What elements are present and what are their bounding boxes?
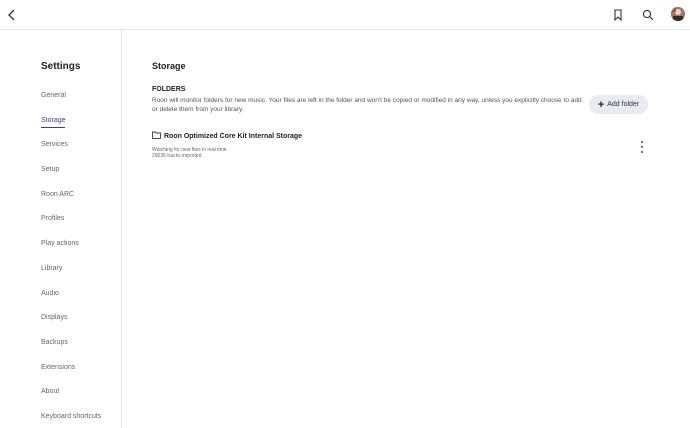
- sidebar-item-profiles[interactable]: Profiles: [41, 215, 101, 240]
- back-arrow-icon[interactable]: [5, 8, 19, 22]
- plus-icon: +: [597, 98, 605, 111]
- sidebar-item-general[interactable]: General: [41, 92, 101, 117]
- folder-name-label: Roon Optimized Core Kit Internal Storage: [164, 132, 303, 140]
- sidebar-item-storage[interactable]: Storage: [41, 117, 101, 142]
- folder-row: Roon Optimized Core Kit Internal Storage…: [152, 131, 648, 163]
- sidebar-item-roon-arc[interactable]: Roon ARC: [41, 191, 101, 216]
- add-folder-button[interactable]: + Add folder: [589, 95, 648, 114]
- settings-sidebar: Settings General Storage Services Setup …: [0, 30, 122, 428]
- sidebar-item-extensions[interactable]: Extensions: [41, 364, 101, 389]
- sidebar-item-setup[interactable]: Setup: [41, 166, 101, 191]
- sidebar-item-backups[interactable]: Backups: [41, 339, 101, 364]
- avatar[interactable]: [671, 7, 685, 21]
- add-folder-label: Add folder: [607, 101, 640, 108]
- page-title: Storage: [152, 61, 186, 71]
- bookmark-icon[interactable]: [611, 8, 625, 22]
- folders-heading: FOLDERS: [152, 86, 186, 93]
- more-options-icon[interactable]: [638, 140, 646, 154]
- sidebar-item-keyboard-shortcuts[interactable]: Keyboard shortcuts: [41, 413, 101, 428]
- sidebar-item-play-actions[interactable]: Play actions: [41, 240, 101, 265]
- sidebar-item-displays[interactable]: Displays: [41, 314, 101, 339]
- sidebar-title: Settings: [41, 61, 81, 72]
- search-icon[interactable]: [641, 8, 655, 22]
- settings-nav: General Storage Services Setup Roon ARC …: [41, 92, 101, 428]
- sidebar-item-services[interactable]: Services: [41, 141, 101, 166]
- sidebar-item-library[interactable]: Library: [41, 265, 101, 290]
- folder-track-count: 29035 tracks imported: [152, 153, 202, 159]
- sidebar-item-audio[interactable]: Audio: [41, 290, 101, 315]
- sidebar-item-about[interactable]: About: [41, 388, 101, 413]
- top-bar: [0, 0, 690, 30]
- folder-icon: [152, 131, 161, 141]
- folders-description: Roon will monitor folders for new music.…: [152, 97, 582, 113]
- folder-name: Roon Optimized Core Kit Internal Storage: [152, 131, 302, 141]
